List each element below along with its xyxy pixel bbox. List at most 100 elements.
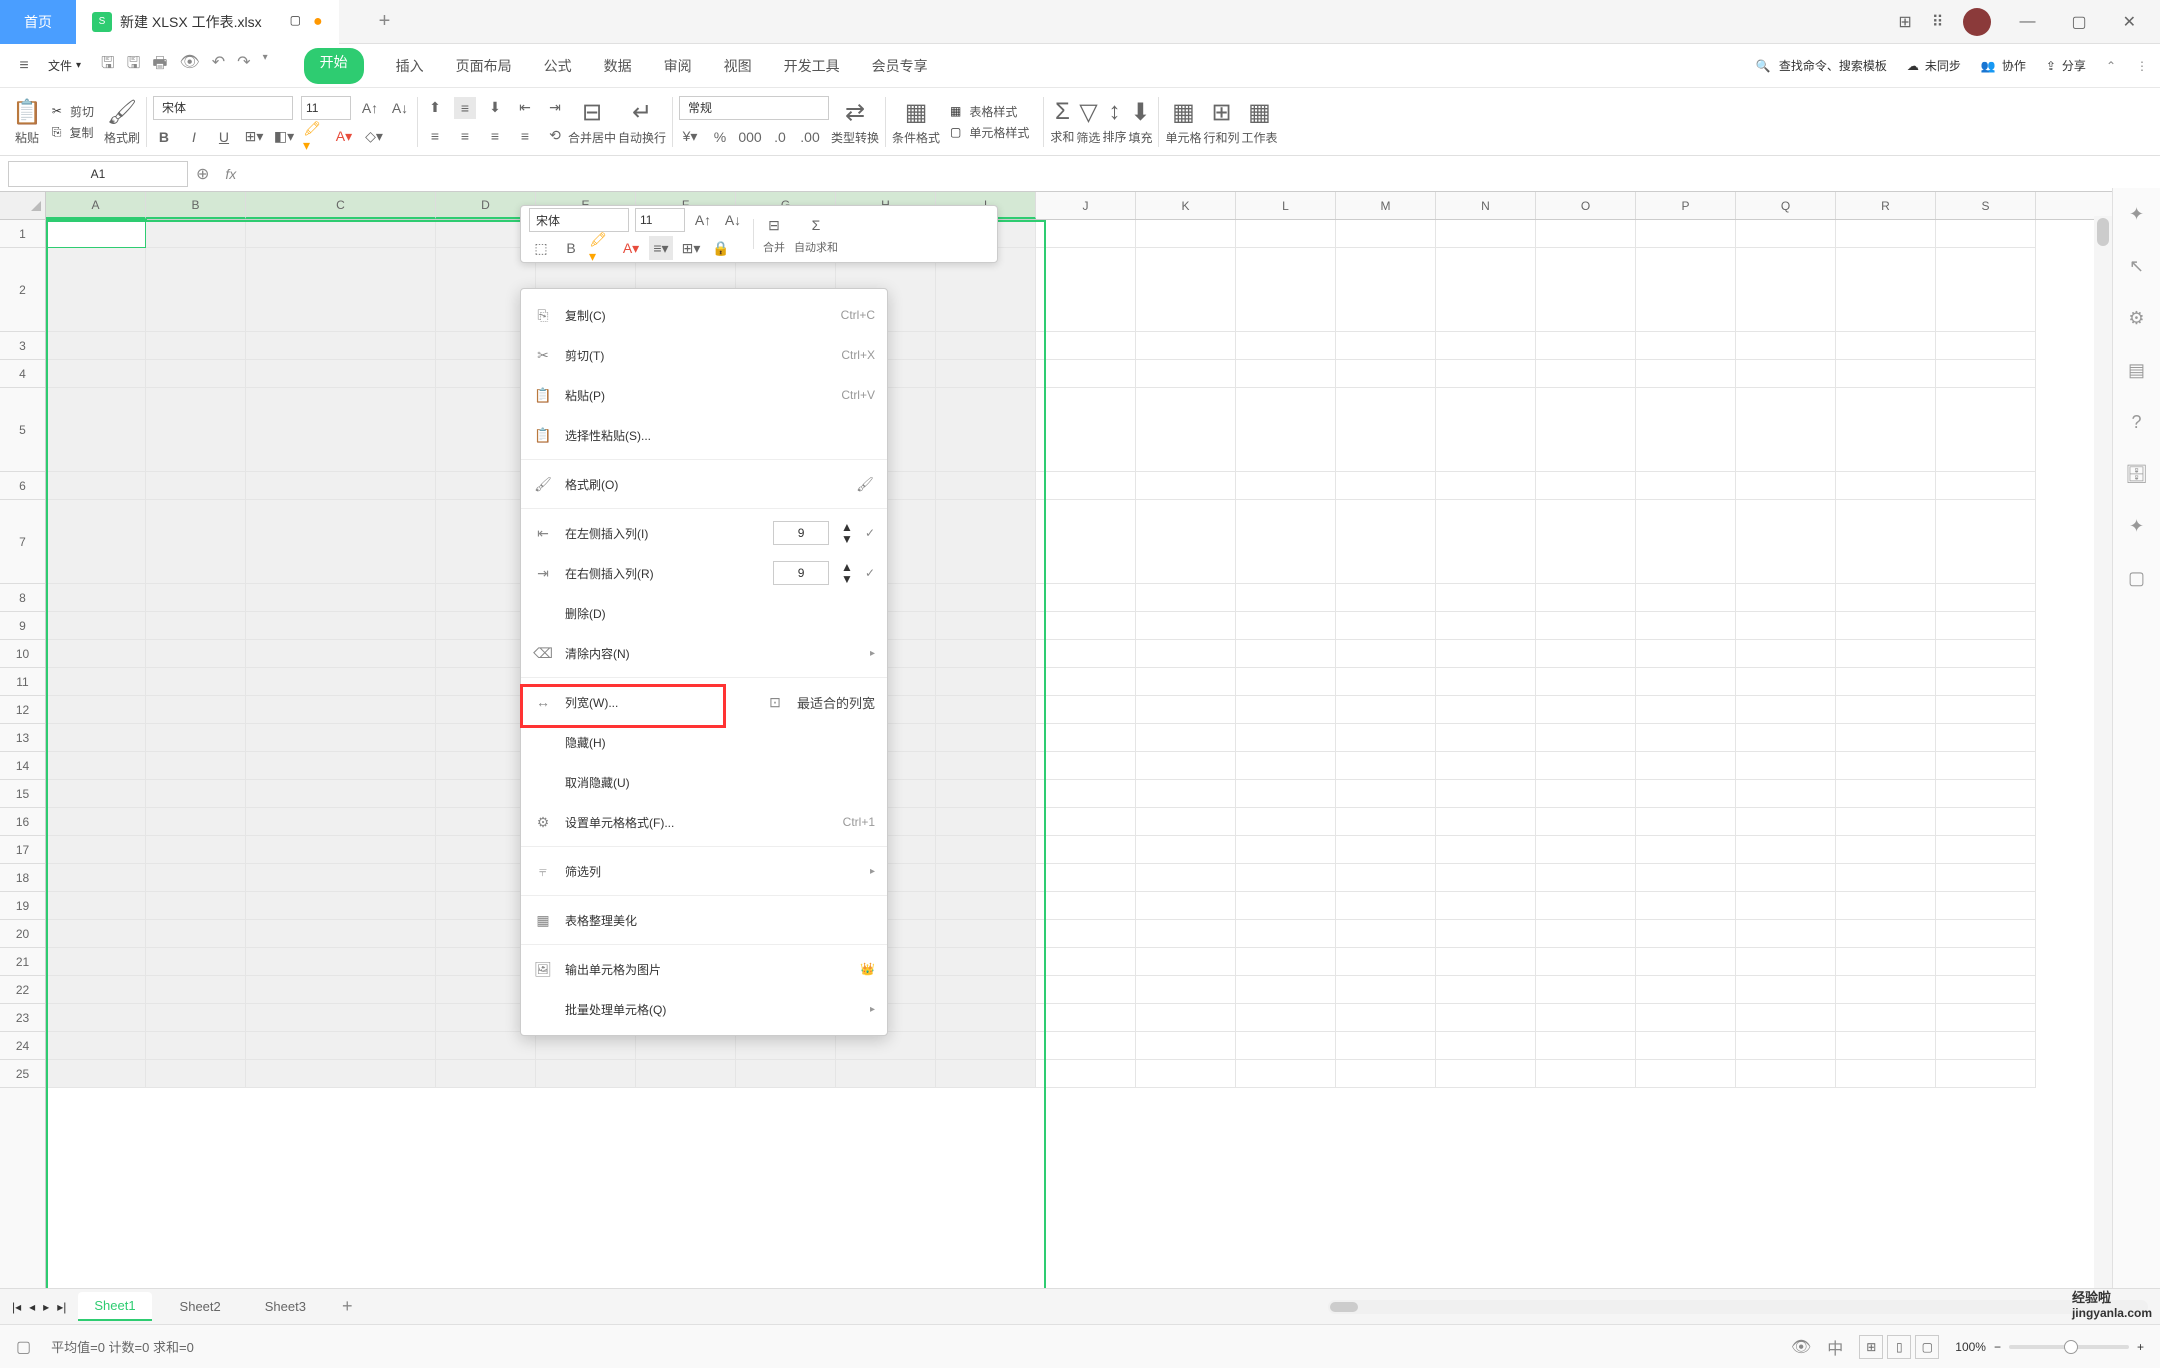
cell[interactable] xyxy=(46,248,146,332)
row-header-2[interactable]: 2 xyxy=(0,248,45,332)
cell[interactable] xyxy=(1436,1032,1536,1060)
cell[interactable] xyxy=(1236,724,1336,752)
ctx-delete[interactable]: 删除(D) xyxy=(521,593,887,633)
cell[interactable] xyxy=(1736,920,1836,948)
cell[interactable] xyxy=(1736,892,1836,920)
align-top-icon[interactable]: ⬆ xyxy=(424,97,446,119)
cell[interactable] xyxy=(1436,752,1536,780)
cell[interactable] xyxy=(1336,724,1436,752)
cell[interactable] xyxy=(146,472,246,500)
mini-autosum-button[interactable]: Σ 自动求和 xyxy=(794,213,838,255)
cell[interactable] xyxy=(1236,752,1336,780)
cell[interactable] xyxy=(46,920,146,948)
side-backup-icon[interactable]: 🗄 xyxy=(2123,460,2151,488)
cell[interactable] xyxy=(1736,1004,1836,1032)
orientation-icon[interactable]: ⟲ xyxy=(544,125,566,147)
cell[interactable] xyxy=(1036,836,1136,864)
cell[interactable] xyxy=(1236,948,1336,976)
cell[interactable] xyxy=(1036,388,1136,472)
side-help-icon[interactable]: ? xyxy=(2123,408,2151,436)
home-tab[interactable]: 首页 xyxy=(0,0,76,44)
row-header-11[interactable]: 11 xyxy=(0,668,45,696)
cell[interactable] xyxy=(1736,808,1836,836)
row-header-5[interactable]: 5 xyxy=(0,388,45,472)
cell[interactable] xyxy=(246,500,436,584)
cell[interactable] xyxy=(1236,892,1336,920)
cell[interactable] xyxy=(936,612,1036,640)
cell[interactable] xyxy=(246,892,436,920)
fill-button[interactable]: ⬇填充 xyxy=(1128,98,1152,146)
check-icon[interactable]: ✓ xyxy=(865,566,875,580)
cell[interactable] xyxy=(736,1060,836,1088)
cell[interactable] xyxy=(1736,1032,1836,1060)
column-header-P[interactable]: P xyxy=(1636,192,1736,219)
cell-style-button[interactable]: ▢单元格样式 xyxy=(950,124,1029,141)
tab-developer[interactable]: 开发工具 xyxy=(784,48,840,84)
cell[interactable] xyxy=(1536,864,1636,892)
align-right-icon[interactable]: ≡ xyxy=(484,125,506,147)
cell[interactable] xyxy=(1636,976,1736,1004)
row-header-18[interactable]: 18 xyxy=(0,864,45,892)
cell[interactable] xyxy=(936,948,1036,976)
cell[interactable] xyxy=(736,1032,836,1060)
column-header-C[interactable]: C xyxy=(246,192,436,219)
cell[interactable] xyxy=(1236,640,1336,668)
row-header-3[interactable]: 3 xyxy=(0,332,45,360)
cell[interactable] xyxy=(46,612,146,640)
sum-button[interactable]: Σ求和 xyxy=(1050,98,1074,145)
eye-icon[interactable]: 👁 xyxy=(1791,1337,1811,1357)
cell[interactable] xyxy=(936,836,1036,864)
cell[interactable] xyxy=(1536,220,1636,248)
side-explore-icon[interactable]: ✦ xyxy=(2123,512,2151,540)
tab-member[interactable]: 会员专享 xyxy=(872,48,928,84)
name-box[interactable]: A1 xyxy=(8,161,188,187)
cell[interactable] xyxy=(1736,976,1836,1004)
cell[interactable] xyxy=(46,584,146,612)
cell[interactable] xyxy=(1936,948,2036,976)
align-left-icon[interactable]: ≡ xyxy=(424,125,446,147)
cell[interactable] xyxy=(1236,780,1336,808)
cell[interactable] xyxy=(1136,836,1236,864)
cell[interactable] xyxy=(1636,668,1736,696)
view-normal-icon[interactable]: ⊞ xyxy=(1859,1335,1883,1359)
cell[interactable] xyxy=(1536,948,1636,976)
cell[interactable] xyxy=(1536,332,1636,360)
cell[interactable] xyxy=(1936,360,2036,388)
cell[interactable] xyxy=(46,360,146,388)
cell[interactable] xyxy=(1336,220,1436,248)
cell[interactable] xyxy=(1736,360,1836,388)
cell[interactable] xyxy=(1736,668,1836,696)
tab-insert[interactable]: 插入 xyxy=(396,48,424,84)
scrollbar-thumb[interactable] xyxy=(2097,218,2109,246)
cell[interactable] xyxy=(1736,472,1836,500)
column-header-J[interactable]: J xyxy=(1036,192,1136,219)
cell[interactable] xyxy=(936,472,1036,500)
cell[interactable] xyxy=(46,220,146,248)
check-icon[interactable]: ✓ xyxy=(865,526,875,540)
cell[interactable] xyxy=(1236,500,1336,584)
row-header-13[interactable]: 13 xyxy=(0,724,45,752)
cell[interactable] xyxy=(46,724,146,752)
column-header-Q[interactable]: Q xyxy=(1736,192,1836,219)
cell[interactable] xyxy=(1436,696,1536,724)
rowcol-button[interactable]: ⊞行和列 xyxy=(1203,98,1239,146)
cell[interactable] xyxy=(1536,1060,1636,1088)
cell[interactable] xyxy=(1336,780,1436,808)
sheet-tab-2[interactable]: Sheet2 xyxy=(164,1293,237,1320)
cell[interactable] xyxy=(1936,836,2036,864)
cell[interactable] xyxy=(436,1060,536,1088)
redo-icon[interactable]: ↷ xyxy=(237,52,250,79)
cell[interactable] xyxy=(1436,724,1536,752)
cell[interactable] xyxy=(1636,892,1736,920)
cell[interactable] xyxy=(1536,472,1636,500)
cell[interactable] xyxy=(1736,332,1836,360)
user-avatar[interactable] xyxy=(1963,8,1991,36)
tab-review[interactable]: 审阅 xyxy=(664,48,692,84)
cell[interactable] xyxy=(1936,892,2036,920)
cell[interactable] xyxy=(936,920,1036,948)
align-bottom-icon[interactable]: ⬇ xyxy=(484,97,506,119)
cell[interactable] xyxy=(1636,640,1736,668)
cell[interactable] xyxy=(1136,584,1236,612)
cell[interactable] xyxy=(1536,836,1636,864)
cell[interactable] xyxy=(1136,1004,1236,1032)
